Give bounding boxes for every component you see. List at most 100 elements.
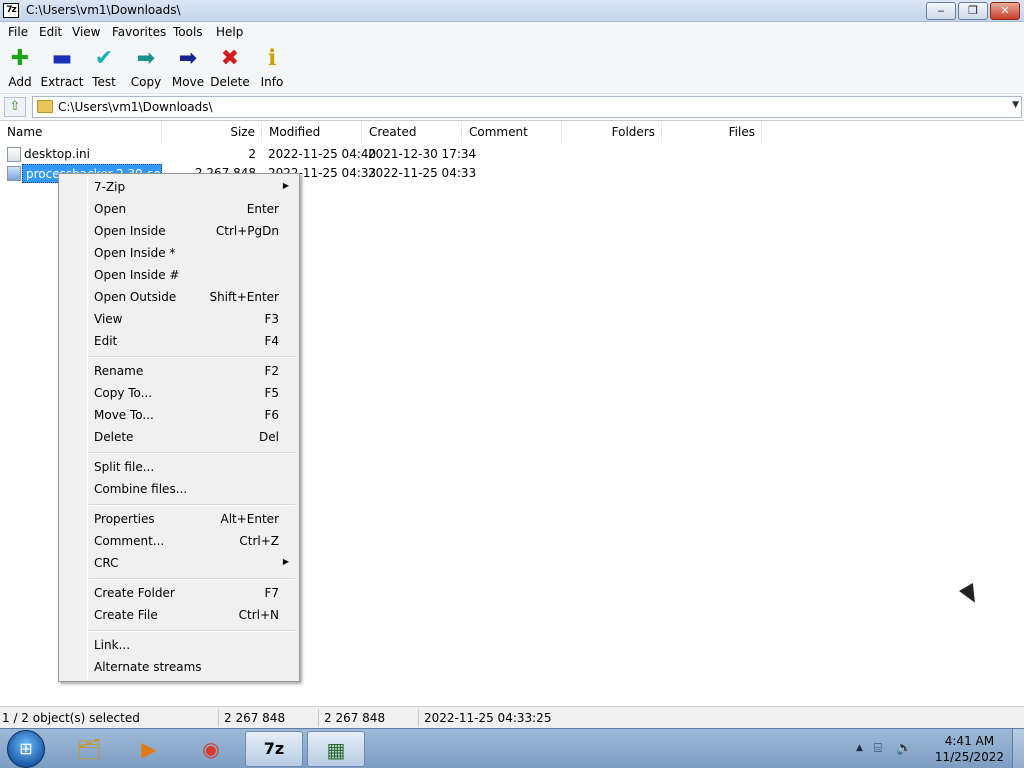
- item-shortcut: F3: [264, 312, 279, 326]
- up-folder-button[interactable]: ⇧: [4, 97, 26, 117]
- column-folders[interactable]: Folders: [562, 121, 662, 143]
- address-bar: ⇧ C:\Users\vm1\Downloads\ ▼: [0, 95, 1024, 119]
- menu-edit[interactable]: Edit: [39, 25, 62, 39]
- menu-copy-to[interactable]: Copy To... F5: [61, 382, 297, 404]
- file-created: 2021-12-30 17:34: [368, 147, 477, 161]
- delete-button[interactable]: ✖ Delete: [208, 46, 252, 89]
- menu-bar: File Edit View Favorites Tools Help: [0, 22, 1024, 42]
- 7zip-icon[interactable]: 7z: [245, 731, 303, 767]
- menu-file[interactable]: File: [8, 25, 28, 39]
- plus-icon: ✚: [10, 46, 30, 71]
- item-shortcut: Ctrl+PgDn: [215, 224, 279, 238]
- menu-delete[interactable]: Delete Del: [61, 426, 297, 448]
- menu-alternate-streams[interactable]: Alternate streams: [61, 656, 297, 678]
- item-shortcut: Ctrl+Z: [239, 534, 279, 548]
- file-size: 2: [248, 147, 256, 161]
- chevron-down-icon[interactable]: ▼: [1012, 100, 1019, 110]
- info-button[interactable]: ℹ Info: [250, 46, 294, 89]
- menu-favorites[interactable]: Favorites: [112, 25, 166, 39]
- explorer-icon[interactable]: 🗂: [60, 731, 118, 767]
- status-total: 2 267 848: [324, 711, 386, 725]
- menu-view[interactable]: View: [72, 25, 100, 39]
- test-label: Test: [92, 75, 116, 89]
- column-comment[interactable]: Comment: [462, 121, 562, 143]
- menu-open-inside[interactable]: Open Inside Ctrl+PgDn: [61, 220, 297, 242]
- item-label: Move To...: [94, 408, 154, 422]
- copy-label: Copy: [130, 75, 162, 89]
- column-modified[interactable]: Modified: [262, 121, 362, 143]
- item-shortcut: Del: [259, 430, 279, 444]
- test-button[interactable]: ✔ Test: [82, 46, 126, 89]
- item-label: Create File: [94, 608, 158, 622]
- volume-icon[interactable]: 🔈: [896, 741, 912, 756]
- menu-open[interactable]: Open Enter: [61, 198, 297, 220]
- item-label: Open Inside #: [94, 268, 180, 282]
- item-label: Delete: [94, 430, 134, 444]
- status-size: 2 267 848: [224, 711, 286, 725]
- window-title: C:\Users\vm1\Downloads\: [26, 3, 181, 17]
- menu-link[interactable]: Link...: [61, 634, 297, 656]
- menu-edit[interactable]: Edit F4: [61, 330, 297, 352]
- title-bar: 7z C:\Users\vm1\Downloads\ ‒ ❐ ✕: [0, 0, 1024, 22]
- 7zip-app-icon: 7z: [3, 3, 19, 18]
- item-label: Create Folder: [94, 586, 175, 600]
- column-name[interactable]: Name: [0, 121, 162, 143]
- column-created[interactable]: Created: [362, 121, 462, 143]
- show-desktop-button[interactable]: [1012, 729, 1024, 768]
- settings-file-icon: [7, 147, 21, 162]
- network-icon[interactable]: ⌸: [874, 741, 882, 756]
- menu-rename[interactable]: Rename F2: [61, 360, 297, 382]
- file-row[interactable]: desktop.ini 2 2022-11-25 04:40 2021-12-3…: [0, 145, 480, 164]
- extract-button[interactable]: ▬ Extract: [40, 46, 84, 89]
- close-button[interactable]: ✕: [990, 2, 1020, 20]
- status-divider: [418, 709, 419, 727]
- status-selection: 1 / 2 object(s) selected: [2, 711, 140, 725]
- menu-create-file[interactable]: Create File Ctrl+N: [61, 604, 297, 626]
- item-shortcut: F6: [264, 408, 279, 422]
- item-shortcut: Ctrl+N: [238, 608, 279, 622]
- file-created: 2022-11-25 04:33: [368, 166, 477, 180]
- menu-open-outside[interactable]: Open Outside Shift+Enter: [61, 286, 297, 308]
- move-button[interactable]: ➡ Move: [166, 46, 210, 89]
- clock[interactable]: 4:41 AM 11/25/2022: [935, 733, 1004, 765]
- item-label: Open Inside *: [94, 246, 176, 260]
- move-arrow-icon: ➡: [178, 46, 198, 71]
- start-button[interactable]: ⊞: [7, 730, 45, 768]
- minimize-button[interactable]: ‒: [926, 2, 956, 20]
- menu-move-to[interactable]: Move To... F6: [61, 404, 297, 426]
- menu-combine-files[interactable]: Combine files...: [61, 478, 297, 500]
- menu-separator: [89, 630, 295, 632]
- item-shortcut: Shift+Enter: [209, 290, 279, 304]
- item-label: Rename: [94, 364, 144, 378]
- item-label: Comment...: [94, 534, 165, 548]
- media-player-icon[interactable]: ▶: [120, 731, 178, 767]
- show-hidden-icons-icon[interactable]: ▲: [856, 743, 863, 753]
- column-size[interactable]: Size: [162, 121, 262, 143]
- maximize-button[interactable]: ❐: [958, 2, 988, 20]
- item-label: Edit: [94, 334, 118, 348]
- menu-7zip[interactable]: 7-Zip ▶: [61, 176, 297, 198]
- menu-help[interactable]: Help: [216, 25, 243, 39]
- menu-separator: [89, 504, 295, 506]
- menu-properties[interactable]: Properties Alt+Enter: [61, 508, 297, 530]
- menu-open-inside-hash[interactable]: Open Inside #: [61, 264, 297, 286]
- column-files[interactable]: Files: [662, 121, 762, 143]
- item-label: 7-Zip: [94, 180, 126, 194]
- file-modified: 2022-11-25 04:40: [268, 147, 377, 161]
- menu-open-inside-star[interactable]: Open Inside *: [61, 242, 297, 264]
- menu-crc[interactable]: CRC ▶: [61, 552, 297, 574]
- menu-view[interactable]: View F3: [61, 308, 297, 330]
- menu-tools[interactable]: Tools: [173, 25, 203, 39]
- process-hacker-icon[interactable]: ▦: [307, 731, 365, 767]
- delete-label: Delete: [210, 75, 250, 89]
- menu-create-folder[interactable]: Create Folder F7: [61, 582, 297, 604]
- path-combobox[interactable]: C:\Users\vm1\Downloads\ ▼: [32, 96, 1022, 118]
- menu-comment[interactable]: Comment... Ctrl+Z: [61, 530, 297, 552]
- item-shortcut: Enter: [246, 202, 279, 216]
- menu-split-file[interactable]: Split file...: [61, 456, 297, 478]
- add-button[interactable]: ✚ Add: [0, 46, 42, 89]
- extract-label: Extract: [40, 75, 84, 89]
- chrome-icon[interactable]: ◉: [182, 731, 240, 767]
- taskbar: ⊞ 🗂 ▶ ◉ 7z ▦ ▲ ⌸ 🔈 4:41 AM 11/25/2022: [0, 728, 1024, 768]
- copy-button[interactable]: ➡ Copy: [124, 46, 168, 89]
